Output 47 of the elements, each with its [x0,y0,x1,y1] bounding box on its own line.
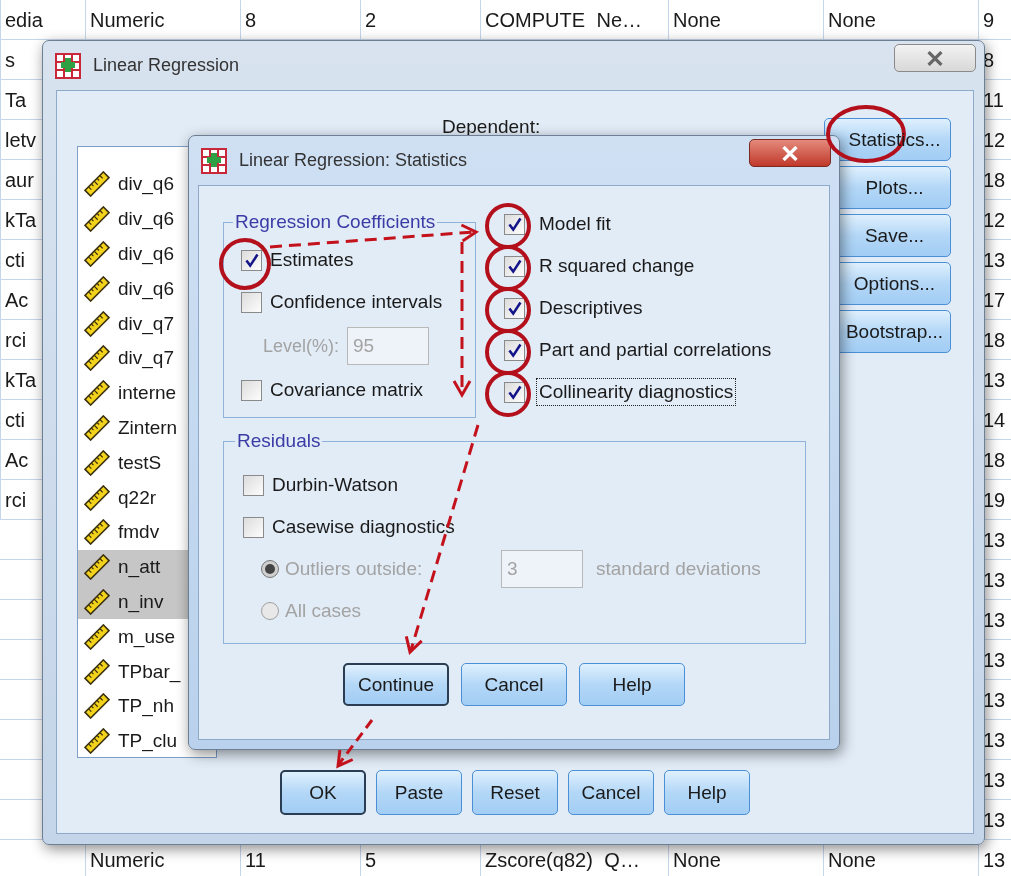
checkbox[interactable]: Covariance matrix [241,369,475,411]
checkmark-icon [506,299,523,317]
checkbox[interactable]: Part and partial correlations [504,329,772,371]
field-label: Level(%): [263,335,340,357]
highlight-ellipse [219,238,271,290]
checkbox[interactable]: Estimates [241,239,475,281]
group-title: Regression Coefficients [234,211,437,233]
window-title: Linear Regression: Statistics [239,150,468,171]
dialog-button[interactable]: Cancel [461,663,567,706]
dialog-button[interactable]: Paste [376,770,462,815]
list-item[interactable]: TP_nh [78,688,212,724]
dialog-button[interactable]: Cancel [568,770,654,815]
close-button[interactable] [894,44,976,72]
checkmark-icon [506,341,523,359]
checkbox[interactable]: Casewise diagnostics [243,506,805,548]
highlight-ellipse [485,371,531,417]
table-cell: 9 [978,0,1011,40]
close-button[interactable] [749,139,831,167]
highlight-ellipse [485,287,531,333]
dialog-button[interactable]: Reset [472,770,558,815]
table-icon [55,52,81,79]
checkmark-icon [506,257,523,275]
checkbox[interactable]: Durbin-Watson [243,464,805,506]
checkbox[interactable]: Descriptives [504,287,772,329]
checkbox[interactable]: R squared change [504,245,772,287]
checkmark-icon [506,215,523,233]
highlight-ellipse [485,203,531,249]
field-label: standard deviations [596,558,761,580]
dashed-arrow [336,719,374,769]
list-item[interactable]: m_use [78,619,212,655]
checkbox[interactable]: Collinearity diagnostics [504,371,772,413]
dialog-button[interactable]: Continue [343,663,449,706]
window-title: Linear Regression [93,55,240,76]
group-title: Residuals [236,430,322,452]
list-item[interactable]: TPbar_ [78,654,212,689]
field-label: Dependent: [442,116,541,138]
highlight-ellipse [485,245,531,291]
checkbox[interactable]: Confidence intervals [241,281,475,323]
list-item[interactable]: TP_clu [78,723,212,757]
dialog-button[interactable]: Help [579,663,685,706]
checkmark-icon [506,383,523,401]
table-icon [201,147,227,174]
highlight-ellipse [485,329,531,375]
checkbox[interactable]: Model fit [504,203,772,245]
dialog-button[interactable]: OK [280,770,366,815]
checkmark-icon [243,251,260,269]
dialog-button[interactable]: Help [664,770,750,815]
